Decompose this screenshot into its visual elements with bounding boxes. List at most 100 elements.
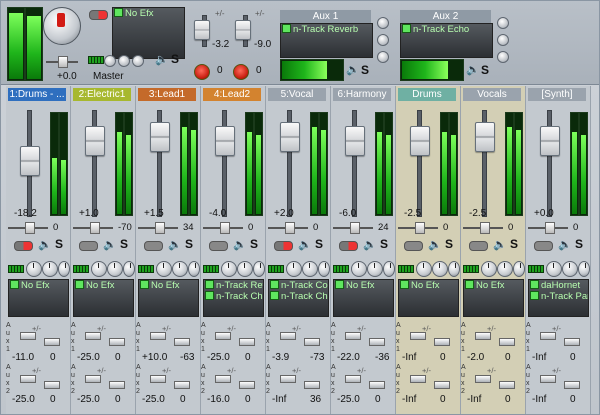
channel-eq-knob-3[interactable] (188, 261, 200, 277)
aux1-send-fader[interactable] (410, 332, 426, 340)
aux2-send-fader[interactable] (20, 375, 36, 383)
aux1-title[interactable]: Aux 1 (280, 10, 371, 23)
channel-pan-thumb[interactable] (155, 222, 165, 234)
aux2-knob-2[interactable] (497, 34, 509, 46)
channel-pan-thumb[interactable] (220, 222, 230, 234)
aux2-send-pan[interactable] (434, 381, 450, 389)
channel-title[interactable]: 5:Vocal (268, 88, 326, 101)
channel-volume-fader[interactable] (540, 126, 560, 156)
channel-fx-slot[interactable]: n-Track Para (541, 291, 588, 302)
channel-solo-button[interactable]: S (185, 237, 193, 251)
channel-title[interactable]: Drums (398, 88, 456, 101)
channel-title[interactable]: 6:Harmony (333, 88, 391, 101)
aux1-send-pan[interactable] (434, 338, 450, 346)
aux1-return-pan-knob[interactable] (194, 64, 210, 80)
aux2-send-pan[interactable] (304, 381, 320, 389)
master-fx-slot-1[interactable]: No Efx (125, 8, 154, 19)
aux2-effects-box[interactable]: n-Track Echo (400, 23, 493, 58)
speaker-icon[interactable]: 🔈 (363, 238, 377, 251)
aux1-send-pan[interactable] (44, 338, 60, 346)
channel-solo-button[interactable]: S (250, 237, 258, 251)
speaker-icon[interactable]: 🔈 (38, 238, 52, 251)
speaker-icon[interactable]: 🔈 (298, 238, 312, 251)
aux1-send-fader[interactable] (540, 332, 556, 340)
channel-title[interactable]: Vocals (463, 88, 521, 101)
channel-eq-knob-2[interactable] (172, 261, 188, 277)
aux1-send-pan[interactable] (109, 338, 125, 346)
channel-title[interactable]: [Synth] (528, 88, 586, 101)
channel-pan-thumb[interactable] (285, 222, 295, 234)
channel-phase-toggle[interactable] (14, 241, 33, 251)
master-eq-icon[interactable] (88, 56, 104, 64)
channel-title[interactable]: 3:Lead1 (138, 88, 196, 101)
aux2-send-fader[interactable] (410, 375, 426, 383)
channel-eq-knob-2[interactable] (367, 261, 383, 277)
channel-phase-toggle[interactable] (469, 241, 488, 251)
channel-phase-toggle[interactable] (144, 241, 163, 251)
aux1-speaker-icon[interactable]: 🔈 (346, 63, 360, 76)
channel-volume-fader[interactable] (410, 126, 430, 156)
channel-volume-fader[interactable] (20, 146, 40, 176)
channel-fx-slot[interactable]: No Efx (86, 280, 115, 291)
aux1-send-pan[interactable] (499, 338, 515, 346)
aux2-solo-button[interactable]: S (481, 63, 489, 77)
channel-solo-button[interactable]: S (55, 237, 63, 251)
channel-eq-knob-1[interactable] (221, 261, 237, 277)
channel-title[interactable]: 2:Electric1 (73, 88, 131, 101)
aux1-send-pan[interactable] (564, 338, 580, 346)
channel-phase-toggle[interactable] (534, 241, 553, 251)
channel-effects-box[interactable]: n-Track Comn-Track Cho (268, 279, 329, 317)
channel-pan-thumb[interactable] (25, 222, 35, 234)
channel-eq-knob-2[interactable] (432, 261, 448, 277)
channel-eq-knob-1[interactable] (286, 261, 302, 277)
aux2-send-fader[interactable] (345, 375, 361, 383)
master-pan-thumb[interactable] (58, 56, 68, 68)
channel-volume-fader[interactable] (280, 122, 300, 152)
channel-eq-knob-1[interactable] (26, 261, 42, 277)
aux2-send-fader[interactable] (475, 375, 491, 383)
channel-eq-icon[interactable] (333, 265, 349, 273)
aux1-send-fader[interactable] (85, 332, 101, 340)
channel-phase-toggle[interactable] (209, 241, 228, 251)
channel-eq-knob-2[interactable] (42, 261, 58, 277)
channel-fx-slot[interactable]: No Efx (346, 280, 375, 291)
channel-fx-slot[interactable]: n-Track Cho (216, 291, 263, 302)
channel-pan-thumb[interactable] (415, 222, 425, 234)
channel-eq-knob-3[interactable] (123, 261, 135, 277)
aux2-send-fader[interactable] (85, 375, 101, 383)
aux2-send-pan[interactable] (174, 381, 190, 389)
aux1-send-pan[interactable] (304, 338, 320, 346)
speaker-icon[interactable]: 🔈 (168, 238, 182, 251)
aux2-send-pan[interactable] (239, 381, 255, 389)
channel-fx-slot[interactable]: No Efx (21, 280, 50, 291)
channel-volume-fader[interactable] (150, 122, 170, 152)
master-volume-knob[interactable] (43, 7, 81, 45)
channel-solo-button[interactable]: S (120, 237, 128, 251)
channel-fx-slot[interactable]: n-Track Com (281, 280, 328, 291)
aux1-knob-3[interactable] (377, 51, 389, 63)
channel-eq-icon[interactable] (528, 265, 544, 273)
aux2-fx-slot-1[interactable]: n-Track Echo (413, 24, 469, 35)
channel-eq-knob-1[interactable] (156, 261, 172, 277)
aux1-send-fader[interactable] (345, 332, 361, 340)
aux2-knob-1[interactable] (497, 17, 509, 29)
master-knob-1[interactable] (104, 55, 116, 67)
channel-eq-knob-2[interactable] (562, 261, 578, 277)
master-knob-2[interactable] (118, 55, 130, 67)
speaker-icon[interactable]: 🔈 (103, 238, 117, 251)
speaker-icon[interactable]: 🔈 (428, 238, 442, 251)
aux2-title[interactable]: Aux 2 (400, 10, 491, 23)
channel-effects-box[interactable]: No Efx (8, 279, 69, 317)
channel-eq-knob-1[interactable] (416, 261, 432, 277)
aux1-knob-1[interactable] (377, 17, 389, 29)
channel-pan-thumb[interactable] (545, 222, 555, 234)
aux2-send-pan[interactable] (499, 381, 515, 389)
channel-phase-toggle[interactable] (404, 241, 423, 251)
channel-eq-icon[interactable] (268, 265, 284, 273)
channel-eq-knob-2[interactable] (302, 261, 318, 277)
aux2-send-pan[interactable] (369, 381, 385, 389)
master-knob-3[interactable] (132, 55, 144, 67)
channel-fx-slot[interactable]: No Efx (476, 280, 505, 291)
aux2-send-pan[interactable] (564, 381, 580, 389)
channel-fx-slot[interactable]: n-Track Cho (281, 291, 328, 302)
